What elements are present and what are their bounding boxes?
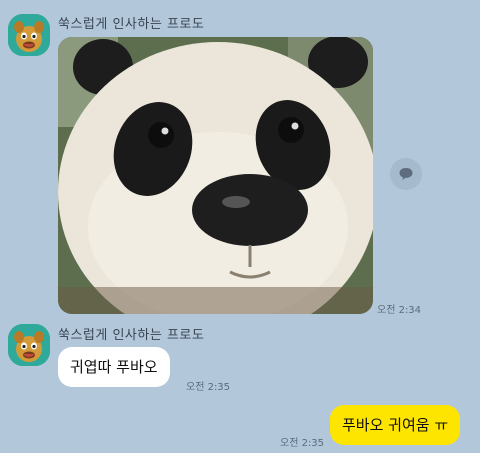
panda-photo <box>58 37 373 314</box>
message-time: 오전 2:34 <box>377 305 422 316</box>
sender-name: 쑥스럽게 인사하는 프로도 <box>58 17 205 32</box>
frodo-character-icon <box>8 14 50 56</box>
chat-image-message[interactable] <box>58 37 373 314</box>
frodo-character-icon <box>8 324 50 366</box>
speech-bubble-icon <box>399 168 413 180</box>
avatar[interactable] <box>8 324 50 366</box>
message-bubble[interactable]: 귀엽따 푸바오 <box>58 347 170 387</box>
my-message-bubble[interactable]: 푸바오 귀여움 ㅠ <box>330 405 461 445</box>
avatar[interactable] <box>8 14 50 56</box>
message-time: 오전 2:35 <box>280 438 325 449</box>
sender-name: 쑥스럽게 인사하는 프로도 <box>58 328 205 343</box>
share-button[interactable] <box>390 158 422 190</box>
message-time: 오전 2:35 <box>186 382 231 393</box>
